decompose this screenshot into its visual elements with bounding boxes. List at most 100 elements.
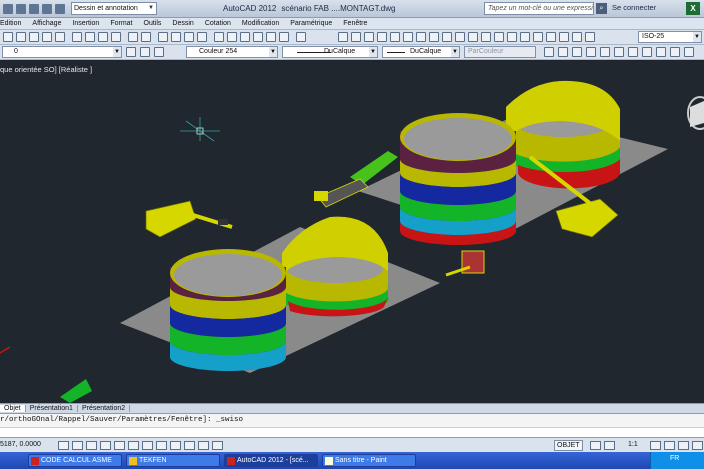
view-se-iso-icon[interactable] [642,47,652,57]
view-left-icon[interactable] [572,47,582,57]
viewcube-icon[interactable] [687,96,704,130]
match-properties-icon[interactable] [111,32,121,42]
annotation-scale[interactable]: 1:1 [628,441,638,448]
3d-scene[interactable] [0,61,704,403]
grid-icon[interactable] [72,441,83,450]
new-file-icon[interactable] [3,3,13,14]
command-input[interactable] [0,427,704,437]
open-icon[interactable] [16,32,26,42]
arc-length-icon[interactable] [364,32,374,42]
properties-icon[interactable] [214,32,224,42]
ducs-icon[interactable] [156,441,167,450]
model-viewport[interactable]: que orientée SO] [Réaliste ] [0,61,704,403]
paste-icon[interactable] [98,32,108,42]
coordinate-readout[interactable]: 5187, 0.0000 [0,441,41,448]
search-input[interactable]: Tapez un mot-clé ou une expressio [484,2,594,15]
menu-insertion[interactable]: Insertion [72,20,99,27]
dim-text-edit-icon[interactable] [572,32,582,42]
pan-icon[interactable] [158,32,168,42]
view-front-icon[interactable] [600,47,610,57]
dim-edit-icon[interactable] [559,32,569,42]
tolerance-icon[interactable] [507,32,517,42]
viewport-label[interactable]: que orientée SO] [Réaliste ] [0,65,92,74]
dim-update-icon[interactable] [585,32,595,42]
angular-dim-icon[interactable] [429,32,439,42]
linear-dim-icon[interactable] [338,32,348,42]
taskbar-tekfen[interactable]: TEKFEN [126,454,220,467]
view-ne-iso-icon[interactable] [656,47,666,57]
zoom-realtime-icon[interactable] [171,32,181,42]
layer-dropdown[interactable]: 0 ▼ [2,46,122,58]
color-dropdown[interactable]: Couleur 254 ▼ [186,46,278,58]
diameter-dim-icon[interactable] [416,32,426,42]
baseline-dim-icon[interactable] [455,32,465,42]
lwt-icon[interactable] [184,441,195,450]
save-icon[interactable] [16,3,26,14]
menu-format[interactable]: Format [110,20,132,27]
taskbar-code-calcul[interactable]: CODE CALCUL ASME [28,454,122,467]
sheet-set-icon[interactable] [253,32,263,42]
annotation-visibility-icon[interactable] [650,441,661,450]
view-sw-iso-icon[interactable] [628,47,638,57]
tab-presentation1[interactable]: Présentation1 [26,405,78,412]
menu-fenetre[interactable]: Fenêtre [343,20,367,27]
lineweight-dropdown[interactable]: DuCalque ▼ [382,46,460,58]
lock-icon[interactable] [678,441,689,450]
menu-dessin[interactable]: Dessin [172,20,193,27]
view-back-icon[interactable] [614,47,624,57]
polar-icon[interactable] [100,441,111,450]
zoom-window-icon[interactable] [184,32,194,42]
tab-presentation2[interactable]: Présentation2 [78,405,131,412]
copy-icon[interactable] [85,32,95,42]
save-icon[interactable] [29,32,39,42]
workspace-dropdown[interactable]: Dessin et annotation ▼ [71,2,157,15]
sign-in-link[interactable]: Se connecter [612,3,656,12]
undo-icon[interactable] [42,3,52,14]
layer-previous-icon[interactable] [154,47,164,57]
markup-icon[interactable] [266,32,276,42]
search-icon[interactable]: ⌕ [596,3,607,14]
jogged-linear-icon[interactable] [546,32,556,42]
design-center-icon[interactable] [227,32,237,42]
ordinate-dim-icon[interactable] [377,32,387,42]
undo-icon[interactable] [128,32,138,42]
continue-dim-icon[interactable] [468,32,478,42]
taskbar-autocad[interactable]: AutoCAD 2012 - [scé... [224,454,318,467]
menu-parametrique[interactable]: Paramétrique [290,20,332,27]
camera-icon[interactable] [684,47,694,57]
quick-view-layouts-icon[interactable] [590,441,601,450]
view-nw-iso-icon[interactable] [670,47,680,57]
menu-edition[interactable]: Edition [0,20,21,27]
3d-osnap-icon[interactable] [128,441,139,450]
menu-cotation[interactable]: Cotation [205,20,231,27]
dim-space-icon[interactable] [481,32,491,42]
view-right-icon[interactable] [586,47,596,57]
model-space-toggle[interactable]: OBJET [554,440,583,451]
menu-affichage[interactable]: Affichage [32,20,61,27]
taskbar-paint[interactable]: Sans titre - Paint [322,454,416,467]
menu-modification[interactable]: Modification [242,20,279,27]
dyn-icon[interactable] [170,441,181,450]
clean-screen-icon[interactable] [692,441,703,450]
aligned-dim-icon[interactable] [351,32,361,42]
center-mark-icon[interactable] [520,32,530,42]
qnew-icon[interactable] [3,32,13,42]
redo-icon[interactable] [141,32,151,42]
help-icon[interactable] [296,32,306,42]
otrack-icon[interactable] [142,441,153,450]
dim-break-icon[interactable] [494,32,504,42]
jogged-dim-icon[interactable] [403,32,413,42]
tpy-icon[interactable] [198,441,209,450]
ortho-icon[interactable] [86,441,97,450]
quick-dim-icon[interactable] [442,32,452,42]
menu-outils[interactable]: Outils [144,20,162,27]
excel-icon[interactable]: X [686,2,700,15]
view-top-icon[interactable] [544,47,554,57]
quick-view-drawings-icon[interactable] [604,441,615,450]
make-current-icon[interactable] [140,47,150,57]
dimstyle-dropdown[interactable]: ISO-25 ▼ [638,31,702,43]
tool-palettes-icon[interactable] [240,32,250,42]
calculator-icon[interactable] [279,32,289,42]
snap-icon[interactable] [58,441,69,450]
inspect-icon[interactable] [533,32,543,42]
